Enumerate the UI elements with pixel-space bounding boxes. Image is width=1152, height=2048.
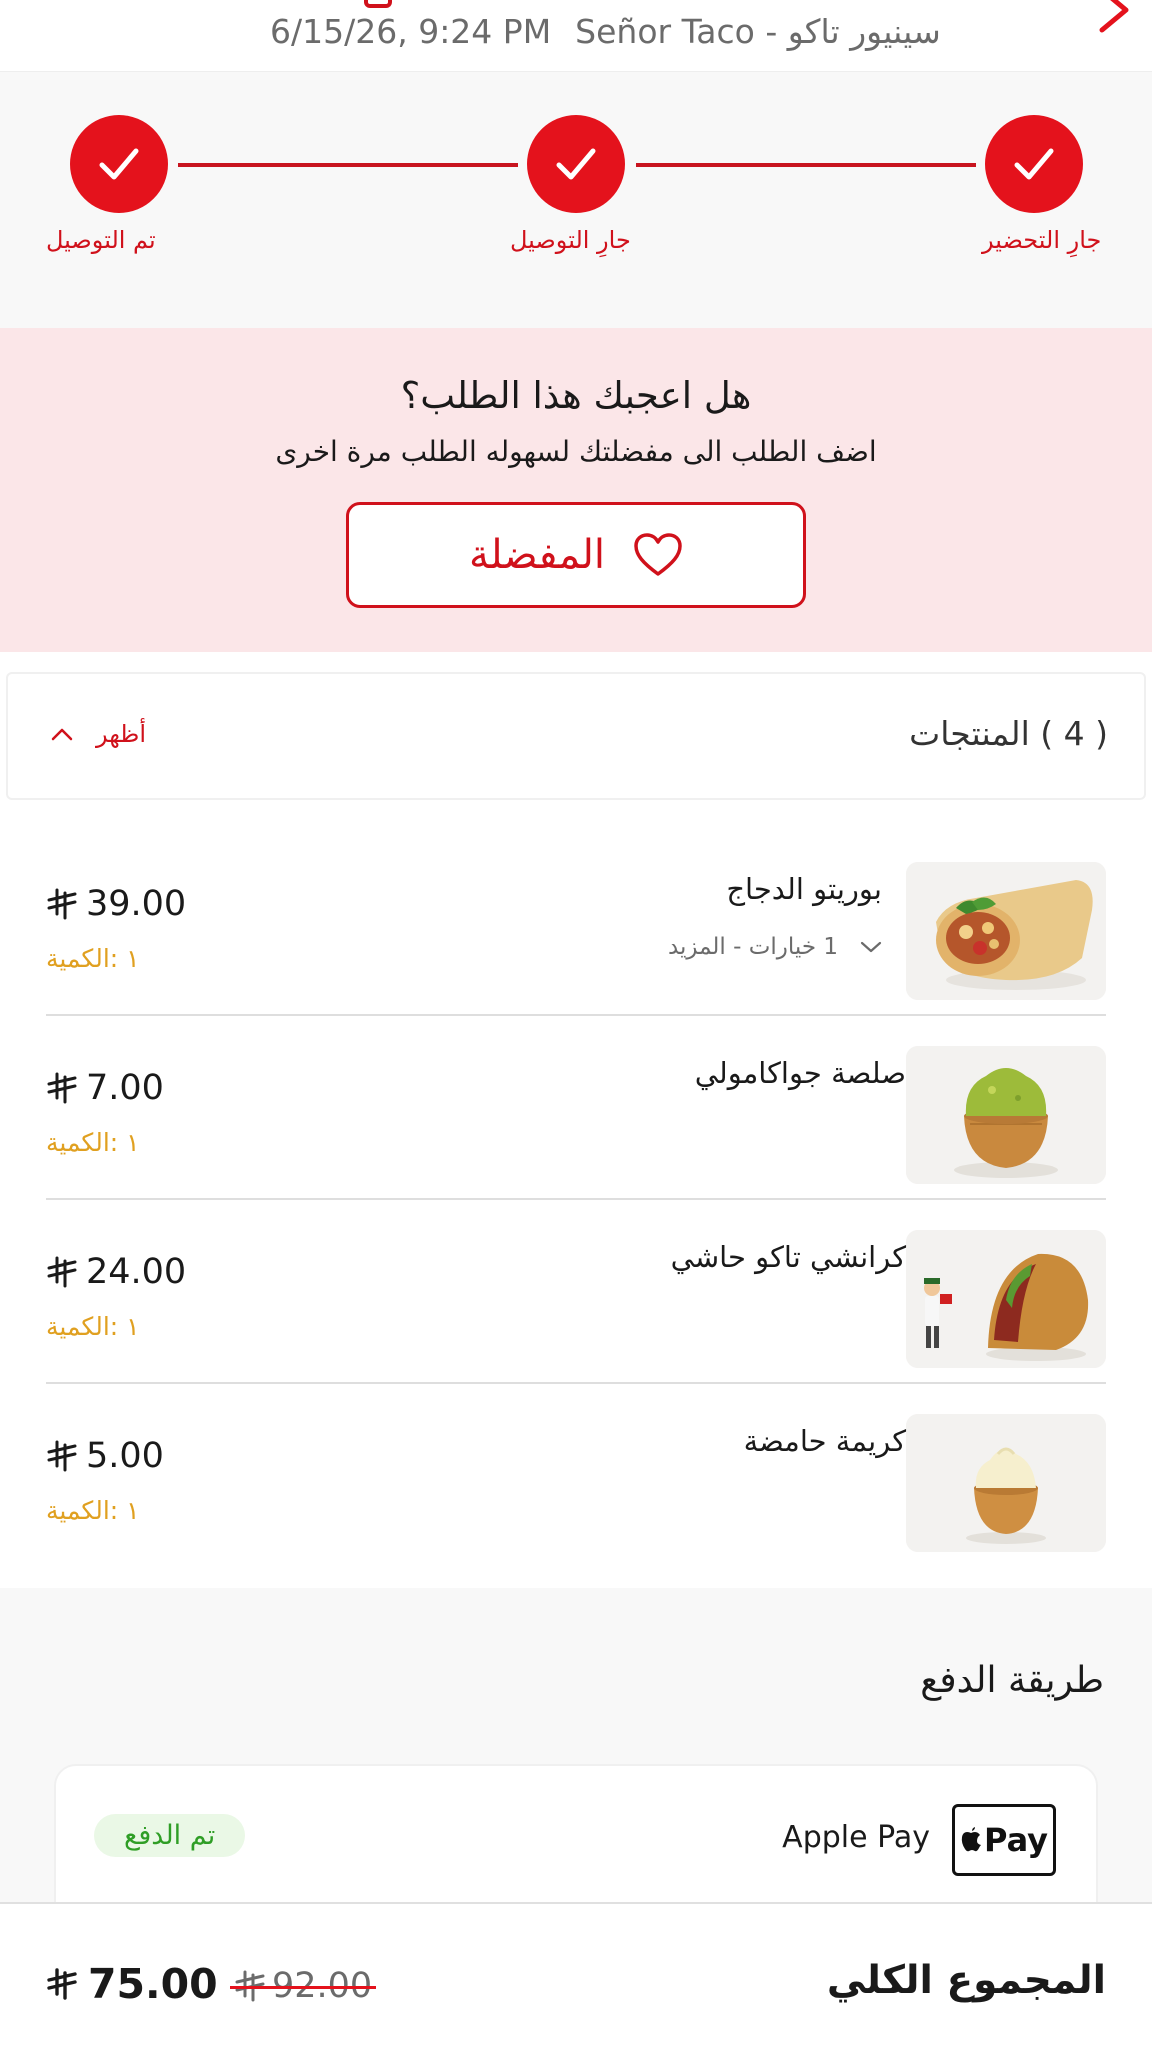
- progress-connector: [178, 163, 518, 167]
- item-price-value: 24.00: [86, 1252, 187, 1292]
- item-name: كرانشي تاكو حاشي: [670, 1240, 906, 1274]
- payment-title: طريقة الدفع: [920, 1660, 1104, 1701]
- order-header: 6/15/26, 9:24 PM Señor Taco - سينيور تاكو: [0, 0, 1152, 72]
- apple-icon: [961, 1827, 981, 1852]
- step-delivering-check-icon: [527, 115, 625, 213]
- riyal-icon: [47, 1440, 77, 1472]
- apple-pay-logo-text: Pay: [983, 1821, 1049, 1859]
- step-delivered-check-icon: [70, 115, 168, 213]
- order-details-page: 6/15/26, 9:24 PM Señor Taco - سينيور تاكو…: [0, 0, 1152, 2048]
- item-quantity: ١ :الكمية: [46, 1496, 140, 1525]
- chevron-down-icon: [860, 941, 882, 953]
- item-price-value: 7.00: [86, 1068, 164, 1108]
- promo-title: هل اعجبك هذا الطلب؟: [400, 374, 752, 417]
- original-total-amount: 92.00: [230, 1966, 377, 2006]
- products-title: ( 4 ) المنتجات: [909, 714, 1108, 753]
- item-price: 7.00: [46, 1068, 164, 1108]
- payment-status-badge: تم الدفع: [94, 1814, 246, 1857]
- item-quantity: ١ :الكمية: [46, 1312, 140, 1341]
- list-item[interactable]: كرانشي تاكو حاشي 24.00 ١ :الكمية: [46, 1214, 1106, 1398]
- item-price: 24.00: [46, 1252, 186, 1292]
- list-item[interactable]: صلصة جواكامولي 7.00 ١ :الكمية: [46, 1030, 1106, 1214]
- list-item[interactable]: كريمة حامضة 5.00 ١ :الكمية: [46, 1398, 1106, 1582]
- show-products-toggle[interactable]: أظهر: [50, 720, 146, 748]
- item-options-label: 1 خيارات - المزيد: [667, 934, 838, 960]
- add-to-favorites-button[interactable]: المفضلة: [346, 502, 806, 608]
- list-item[interactable]: بوريتو الدجاج 1 خيارات - المزيد 39.00 ١ …: [46, 846, 1106, 1030]
- payment-method-name: Apple Pay: [782, 1820, 930, 1855]
- total-label: المجموع الكلي: [826, 1958, 1106, 2003]
- item-price: 39.00: [46, 884, 186, 924]
- total-bar: المجموع الكلي 75.00 92.00: [0, 1902, 1152, 2048]
- order-meta: 6/15/26, 9:24 PM Señor Taco - سينيور تاكو: [270, 12, 941, 51]
- promo-subtitle: اضف الطلب الى مفضلتك لسهوله الطلب مرة اخ…: [275, 435, 877, 468]
- item-name: كريمة حامضة: [743, 1424, 906, 1458]
- guacamole-image: [906, 1046, 1106, 1184]
- riyal-icon: [47, 1072, 77, 1104]
- item-name: بوريتو الدجاج: [726, 872, 882, 906]
- products-list: بوريتو الدجاج 1 خيارات - المزيد 39.00 ١ …: [0, 812, 1152, 1588]
- show-toggle-label: أظهر: [96, 720, 147, 748]
- step-label-preparing: جارِ التحضير: [982, 226, 1102, 254]
- step-label-delivered: تم التوصيل: [46, 226, 156, 254]
- order-datetime: 6/15/26, 9:24 PM: [270, 12, 552, 51]
- item-price: 5.00: [46, 1436, 164, 1476]
- favorite-promo: هل اعجبك هذا الطلب؟ اضف الطلب الى مفضلتك…: [0, 328, 1152, 652]
- step-preparing-check-icon: [985, 115, 1083, 213]
- products-section-header: ( 4 ) المنتجات أظهر: [6, 672, 1146, 800]
- item-quantity: ١ :الكمية: [46, 1128, 140, 1157]
- item-options[interactable]: 1 خيارات - المزيد: [668, 934, 882, 960]
- divider: [46, 1198, 1106, 1200]
- order-progress: تم التوصيل جارِ التوصيل جارِ التحضير: [0, 72, 1152, 328]
- strikethrough-line: [230, 1986, 377, 1989]
- step-label-delivering: جارِ التوصيل: [510, 226, 631, 254]
- item-price-value: 5.00: [86, 1436, 164, 1476]
- sour-cream-image: [906, 1414, 1106, 1552]
- chevron-up-icon: [51, 728, 73, 741]
- item-quantity: ١ :الكمية: [46, 944, 140, 973]
- progress-connector: [636, 163, 976, 167]
- item-name: صلصة جواكامولي: [694, 1056, 906, 1090]
- payment-section: طريقة الدفع Pay Apple Pay تم الدفع: [0, 1588, 1152, 1964]
- item-price-value: 39.00: [86, 884, 187, 924]
- heart-icon: [634, 533, 682, 576]
- favorites-button-label: المفضلة: [468, 532, 606, 578]
- taco-image: [906, 1230, 1106, 1368]
- back-arrow-icon[interactable]: [1094, 0, 1134, 34]
- apple-pay-logo: Pay: [952, 1804, 1056, 1876]
- burrito-image: [906, 862, 1106, 1000]
- riyal-icon: [47, 1256, 77, 1288]
- riyal-icon: [47, 888, 77, 920]
- restaurant-name: Señor Taco - سينيور تاكو: [575, 12, 941, 51]
- divider: [46, 1014, 1106, 1016]
- bag-icon: [364, 0, 392, 8]
- divider: [46, 1382, 1106, 1384]
- total-amount-value: 75.00: [88, 1960, 218, 2008]
- riyal-icon: [47, 1968, 77, 2000]
- total-amount: 75.00: [46, 1960, 218, 2008]
